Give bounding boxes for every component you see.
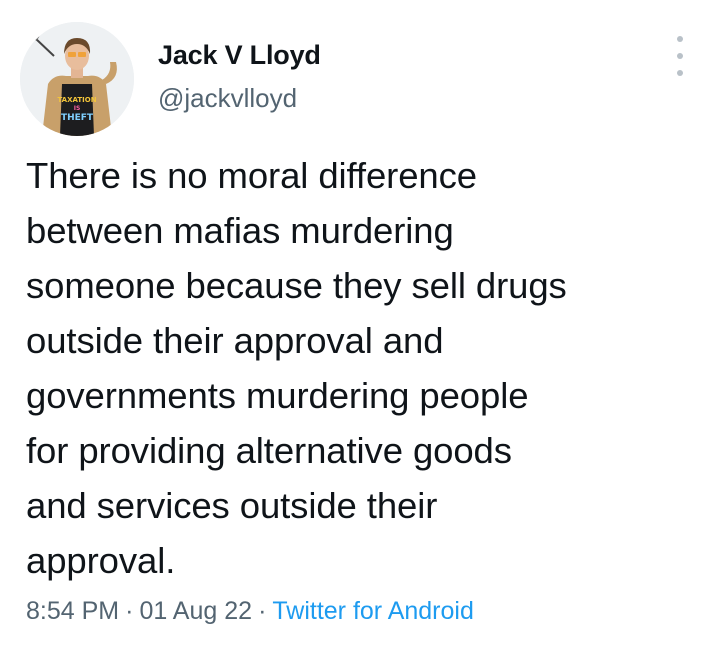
tweet-text-line: for providing alternative goods [26,430,512,471]
tweet-text-line: someone because they sell drugs [26,265,567,306]
tweet-source-link[interactable]: Twitter for Android [272,597,473,625]
avatar-shirt-text-1: TAXATION [57,96,96,104]
tweet-meta: 8:54 PM · 01 Aug 22 · Twitter for Android [26,597,474,626]
tweet-date[interactable]: 01 Aug 22 [139,597,252,625]
tweet-text-line: between mafias murdering [26,210,454,251]
tweet-text: There is no moral difference between maf… [26,148,696,588]
author-handle[interactable]: @jackvlloyd [158,83,297,114]
tweet-text-line: outside their approval and [26,320,444,361]
avatar[interactable]: TAXATION IS THEFT [20,22,134,136]
tweet-text-line: governments murdering people [26,375,529,416]
more-dot [677,70,683,76]
tweet-text-line: There is no moral difference [26,155,477,196]
avatar-shirt-text-3: THEFT [61,113,94,123]
tweet-card: TAXATION IS THEFT Jack V Lloyd @jackvllo… [0,0,720,645]
more-vertical-icon[interactable] [668,36,692,76]
meta-separator: · [125,597,134,625]
tweet-text-line: and services outside their [26,485,438,526]
more-dot [677,53,683,59]
avatar-shirt-text-2: IS [74,105,81,112]
tweet-text-line: approval. [26,540,176,581]
meta-separator: · [258,597,267,625]
avatar-image: TAXATION IS THEFT [20,22,134,136]
tweet-time[interactable]: 8:54 PM [26,597,119,625]
more-dot [677,36,683,42]
author-display-name[interactable]: Jack V Lloyd [158,40,321,71]
